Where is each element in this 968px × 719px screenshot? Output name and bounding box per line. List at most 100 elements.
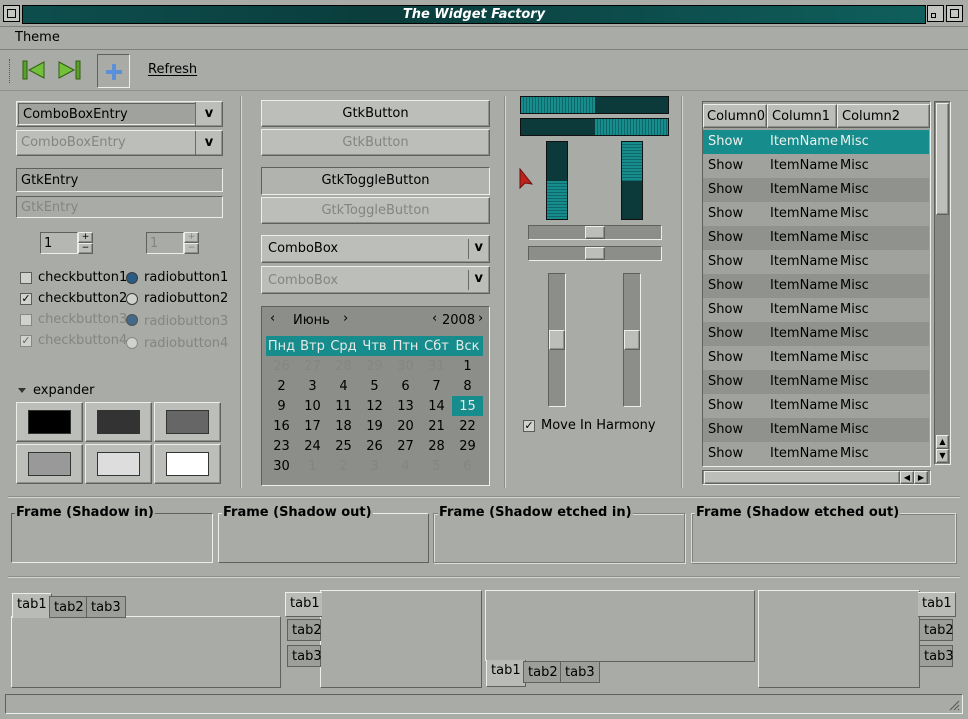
calendar-day[interactable]: 24: [297, 436, 328, 456]
calendar-day[interactable]: 28: [421, 436, 452, 456]
calendar-next-month-icon[interactable]: ›: [343, 311, 348, 326]
calendar-day[interactable]: 29: [452, 436, 483, 456]
calendar-day[interactable]: 2: [266, 376, 297, 396]
scroll-left-icon[interactable]: ◀: [900, 471, 914, 484]
notebook-right-tab2[interactable]: tab2: [919, 619, 954, 641]
go-last-icon[interactable]: [57, 59, 81, 81]
notebook-bottom-tab1[interactable]: tab1: [486, 660, 526, 687]
notebook-top-tab3[interactable]: tab3: [86, 596, 126, 618]
color-swatch-button[interactable]: [16, 402, 83, 442]
notebook-bottom-tab3[interactable]: tab3: [560, 661, 600, 683]
calendar-day[interactable]: 7: [421, 376, 452, 396]
calendar-day[interactable]: 23: [266, 436, 297, 456]
gtk-toggle-button[interactable]: GtkToggleButton: [261, 167, 490, 195]
tree-row[interactable]: Show ItemName Misc: [703, 178, 929, 202]
calendar-day[interactable]: 1: [297, 456, 328, 476]
expander-arrow-icon[interactable]: [18, 387, 27, 395]
scale-h1[interactable]: [528, 225, 662, 240]
calendar-day[interactable]: 27: [390, 436, 421, 456]
calendar-day[interactable]: 21: [421, 416, 452, 436]
calendar-day[interactable]: 17: [297, 416, 328, 436]
tree-hscroll-thumb[interactable]: [704, 471, 900, 484]
combobox-entry-arrow-icon[interactable]: v: [195, 102, 222, 126]
calendar-prev-year-icon[interactable]: ‹: [432, 311, 437, 326]
calendar-day[interactable]: 30: [266, 456, 297, 476]
tree-row[interactable]: Show ItemName Misc: [703, 418, 929, 442]
scroll-up-icon[interactable]: ▲: [936, 435, 949, 449]
calendar-day[interactable]: 26: [359, 436, 390, 456]
tree-row[interactable]: Show ItemName Misc: [703, 130, 929, 154]
calendar-day[interactable]: 14: [421, 396, 452, 416]
window-menu-button[interactable]: [3, 5, 20, 22]
spin-button-1-value[interactable]: 1: [40, 232, 78, 254]
calendar-day[interactable]: 6: [390, 376, 421, 396]
maximize-button[interactable]: [946, 5, 963, 22]
radiobutton2-label[interactable]: radiobutton2: [144, 291, 228, 306]
tree-row[interactable]: Show ItemName Misc: [703, 322, 929, 346]
calendar-next-year-icon[interactable]: ›: [478, 311, 483, 326]
checkbutton2-box[interactable]: ✓: [20, 293, 32, 305]
gtk-entry[interactable]: GtkEntry: [16, 168, 223, 192]
notebook-top-tab2[interactable]: tab2: [49, 596, 89, 618]
notebook-right-tab3[interactable]: tab3: [919, 645, 954, 667]
column-header-0[interactable]: Column0: [703, 104, 767, 128]
calendar-day[interactable]: 12: [359, 396, 390, 416]
calendar-day[interactable]: 28: [328, 356, 359, 376]
color-swatch-button[interactable]: [154, 444, 221, 484]
menu-theme[interactable]: Theme: [15, 30, 60, 45]
calendar-day[interactable]: 8: [452, 376, 483, 396]
tree-vscrollbar[interactable]: ▲ ▼: [934, 101, 951, 465]
calendar-prev-month-icon[interactable]: ‹: [270, 311, 275, 326]
combobox-arrow-icon[interactable]: v: [475, 240, 483, 255]
color-swatch-button[interactable]: [85, 402, 152, 442]
calendar-day[interactable]: 27: [297, 356, 328, 376]
tree-row[interactable]: Show ItemName Misc: [703, 442, 929, 466]
calendar-day[interactable]: 31: [421, 356, 452, 376]
tree-row[interactable]: Show ItemName Misc: [703, 154, 929, 178]
tree-row[interactable]: Show ItemName Misc: [703, 250, 929, 274]
scale-h2-thumb[interactable]: [585, 247, 605, 260]
checkbutton1-box[interactable]: [20, 272, 32, 284]
combobox[interactable]: ComboBox v: [261, 235, 490, 263]
scale-h2[interactable]: [528, 246, 662, 261]
tree-row[interactable]: Show ItemName Misc: [703, 346, 929, 370]
scale-v2-thumb[interactable]: [624, 330, 640, 350]
radiobutton2-dot[interactable]: [126, 293, 138, 305]
scroll-down-icon[interactable]: ▼: [936, 449, 949, 463]
scale-h1-thumb[interactable]: [585, 226, 605, 239]
calendar-day[interactable]: 3: [297, 376, 328, 396]
calendar-day[interactable]: 3: [359, 456, 390, 476]
notebook-top-tab1[interactable]: tab1: [12, 593, 52, 618]
combobox-entry-text[interactable]: ComboBoxEntry: [18, 103, 196, 125]
radiobutton1-dot[interactable]: [126, 272, 138, 284]
color-swatch-button[interactable]: [154, 402, 221, 442]
calendar-day[interactable]: 2: [328, 456, 359, 476]
notebook-left-tab2[interactable]: tab2: [287, 619, 322, 641]
calendar-day[interactable]: 26: [266, 356, 297, 376]
expander-label[interactable]: expander: [33, 383, 95, 398]
calendar-day[interactable]: 10: [297, 396, 328, 416]
tree-row[interactable]: Show ItemName Misc: [703, 202, 929, 226]
radiobutton1-label[interactable]: radiobutton1: [144, 270, 228, 285]
notebook-bottom-tab2[interactable]: tab2: [523, 661, 563, 683]
move-in-harmony-check[interactable]: ✓: [523, 420, 535, 432]
calendar-day[interactable]: 18: [328, 416, 359, 436]
refresh-button[interactable]: Refresh: [148, 62, 197, 77]
scale-v1-thumb[interactable]: [549, 330, 565, 350]
gtk-button[interactable]: GtkButton: [261, 100, 490, 127]
resize-grip-icon[interactable]: [948, 699, 960, 711]
toolbar-handle[interactable]: [9, 59, 12, 83]
calendar-day[interactable]: 4: [328, 376, 359, 396]
checkbutton2-label[interactable]: checkbutton2: [38, 291, 127, 306]
calendar-day[interactable]: 6: [452, 456, 483, 476]
calendar-day[interactable]: 15: [452, 396, 483, 416]
minimize-button[interactable]: [927, 5, 944, 22]
spin-down-icon[interactable]: −: [78, 243, 93, 254]
tree-hscrollbar[interactable]: ◀ ▶: [702, 470, 931, 485]
calendar-day[interactable]: 5: [359, 376, 390, 396]
scroll-right-icon[interactable]: ▶: [914, 471, 928, 484]
tree-row[interactable]: Show ItemName Misc: [703, 370, 929, 394]
tree-row[interactable]: Show ItemName Misc: [703, 274, 929, 298]
calendar-day[interactable]: 1: [452, 356, 483, 376]
scale-v2[interactable]: [623, 273, 641, 407]
